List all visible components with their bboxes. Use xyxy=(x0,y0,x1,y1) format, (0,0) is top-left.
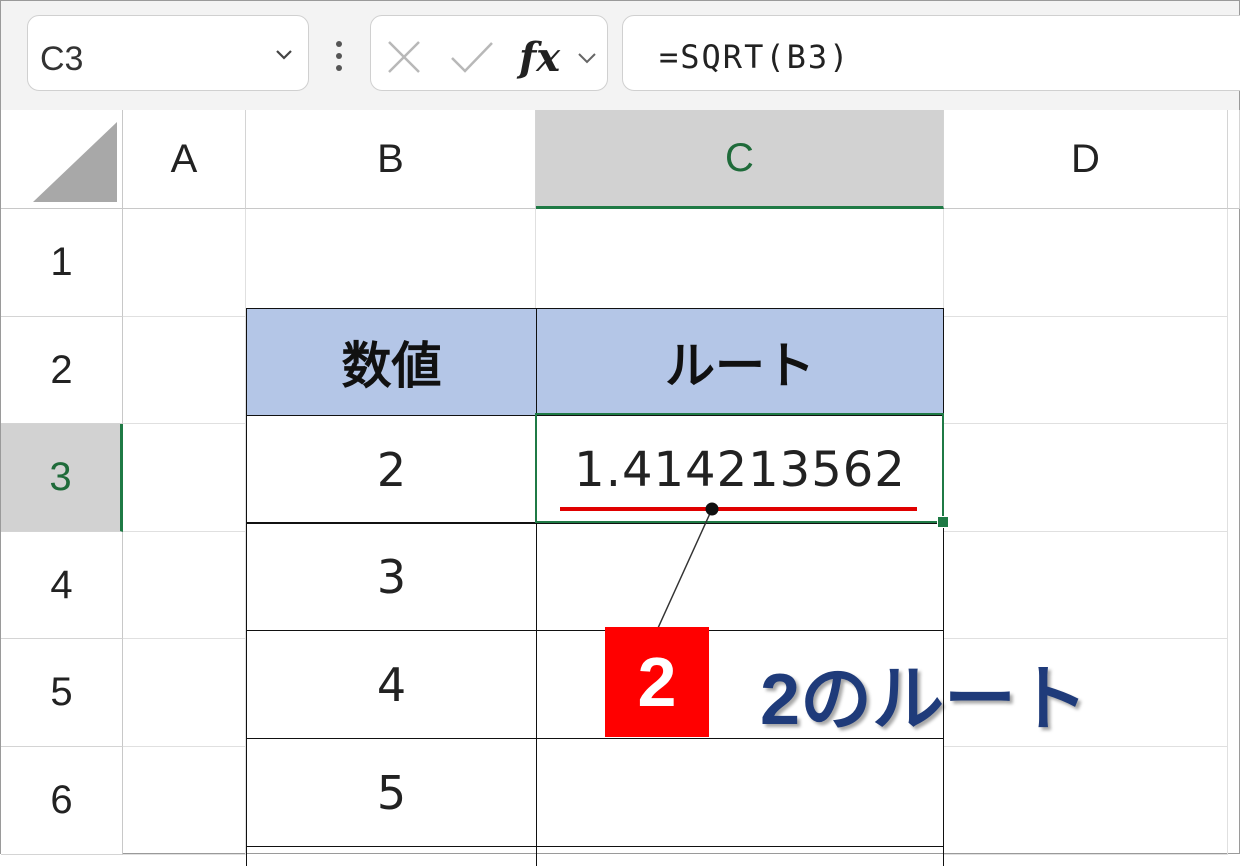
callout-label: 2のルート xyxy=(760,660,1089,740)
callout-anchor-dot xyxy=(705,502,719,516)
callout-leader-line xyxy=(657,508,713,629)
step-badge: 2 xyxy=(605,627,709,737)
